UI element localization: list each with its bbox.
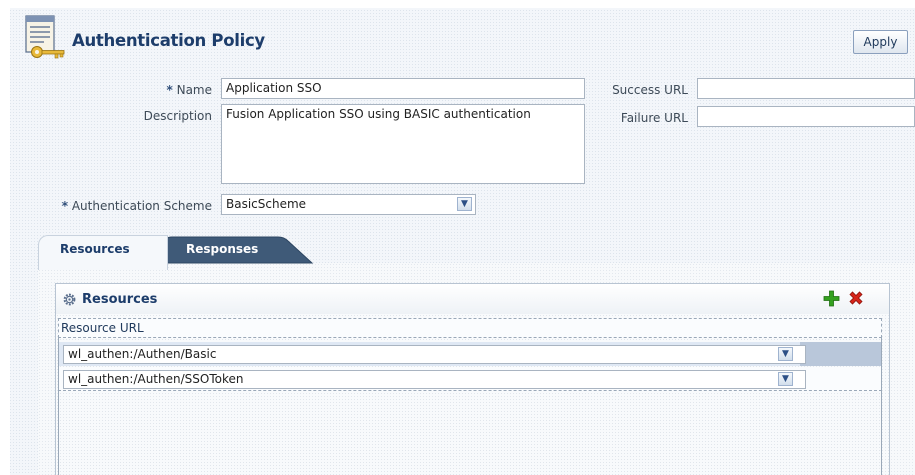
chevron-down-icon[interactable]: ▼ bbox=[778, 347, 793, 361]
table-right-border bbox=[881, 338, 882, 475]
table-left-border bbox=[58, 338, 59, 475]
policy-document-icon bbox=[25, 15, 65, 59]
add-icon[interactable] bbox=[823, 290, 840, 307]
scheme-select-value: BasicScheme bbox=[226, 197, 307, 211]
tab-responses-label: Responses bbox=[186, 242, 259, 256]
failure-url-label: Failure URL bbox=[620, 111, 688, 125]
top-edge bbox=[0, 0, 915, 8]
resource-url-select[interactable]: wl_authen:/Authen/SSOToken bbox=[63, 370, 806, 389]
gear-icon bbox=[63, 293, 76, 306]
row-selection-highlight bbox=[800, 342, 882, 366]
resources-header bbox=[56, 284, 889, 314]
chevron-down-icon[interactable]: ▼ bbox=[457, 197, 472, 211]
success-url-input[interactable] bbox=[697, 78, 915, 99]
page-title: Authentication Policy bbox=[72, 31, 265, 50]
apply-button[interactable]: Apply bbox=[853, 30, 908, 54]
column-header-resource-url: Resource URL bbox=[61, 321, 144, 335]
name-label: Name bbox=[176, 83, 212, 97]
column-header bbox=[58, 318, 882, 338]
scheme-label: Authentication Scheme bbox=[71, 199, 212, 213]
failure-url-input[interactable] bbox=[697, 106, 915, 127]
required-marker: * bbox=[166, 83, 173, 97]
delete-icon[interactable] bbox=[848, 290, 864, 306]
resource-url-select[interactable]: wl_authen:/Authen/Basic bbox=[63, 345, 806, 364]
scheme-label-row: * Authentication Scheme bbox=[14, 199, 212, 213]
left-edge bbox=[0, 0, 10, 475]
success-url-label: Success URL bbox=[612, 83, 688, 97]
scheme-select[interactable]: BasicScheme bbox=[221, 194, 476, 215]
description-textarea[interactable]: Fusion Application SSO using BASIC authe… bbox=[221, 104, 585, 184]
description-label: Description bbox=[143, 109, 212, 123]
tab-resources-label: Resources bbox=[60, 242, 130, 256]
name-label-row: * Name bbox=[140, 83, 212, 97]
chevron-down-icon[interactable]: ▼ bbox=[778, 372, 793, 386]
resources-title: Resources bbox=[82, 292, 158, 307]
required-marker: * bbox=[61, 199, 68, 213]
name-input[interactable]: Application SSO bbox=[221, 78, 585, 99]
